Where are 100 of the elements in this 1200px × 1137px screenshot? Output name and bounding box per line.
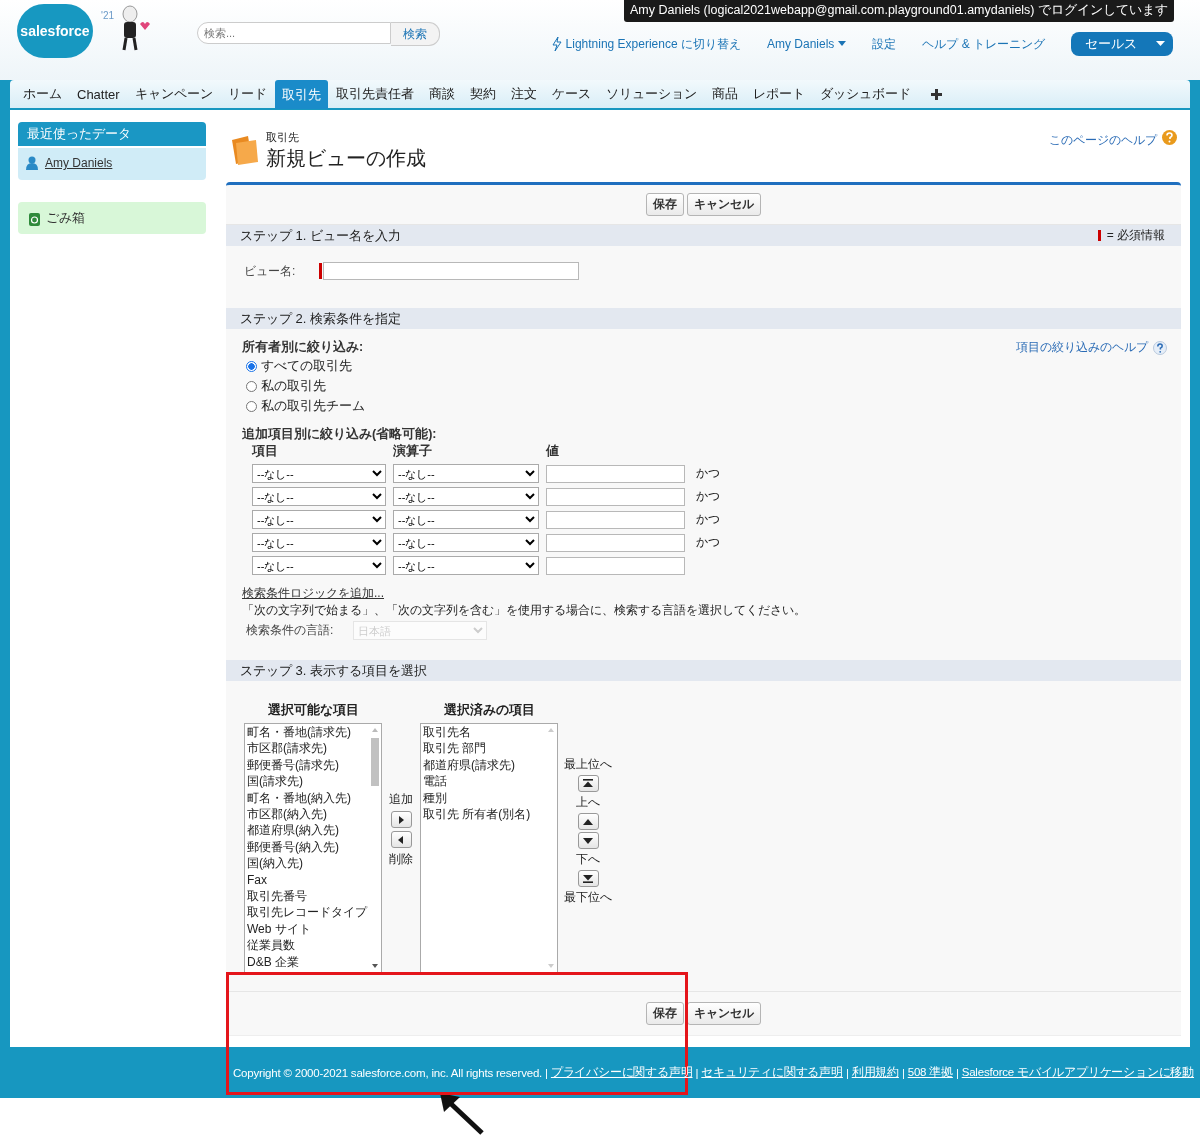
nav-tab[interactable]: ダッシュボード bbox=[812, 80, 918, 108]
section-title: ステップ 2. 検索条件を指定 bbox=[240, 309, 402, 328]
list-option[interactable]: 取引先名 bbox=[421, 724, 544, 741]
list-option[interactable]: 都道府県(納入先) bbox=[245, 822, 368, 839]
left-arrow-icon[interactable] bbox=[398, 835, 404, 844]
order-label: 下へ bbox=[576, 851, 600, 868]
caret-icon[interactable] bbox=[1156, 41, 1165, 47]
value-field[interactable] bbox=[546, 510, 685, 529]
value-field[interactable] bbox=[546, 556, 685, 575]
column-header: 項目 bbox=[252, 443, 279, 460]
nav-tab[interactable]: レポート bbox=[745, 80, 812, 108]
nav-tab[interactable]: 取引先責任者 bbox=[328, 80, 421, 108]
value-field[interactable] bbox=[546, 487, 685, 506]
nav-tab[interactable]: 商品 bbox=[704, 80, 745, 108]
list-option[interactable]: 取引先 部門 bbox=[421, 740, 544, 757]
add-filter-logic-link[interactable]: 検索条件ロジックを追加... bbox=[242, 585, 384, 602]
arrow-to-bottom-icon[interactable] bbox=[583, 874, 593, 883]
scrollbar-thumb[interactable] bbox=[370, 738, 379, 786]
caret-icon[interactable] bbox=[838, 41, 847, 47]
recycle-bin-link[interactable]: ごみ箱 bbox=[18, 202, 206, 234]
list-option[interactable]: 取引先番号 bbox=[245, 888, 368, 905]
operator-select[interactable]: --なし-- bbox=[393, 464, 539, 483]
app-menu-button[interactable]: セールス bbox=[1071, 32, 1173, 56]
user-menu[interactable]: Amy Daniels bbox=[766, 37, 847, 51]
nav-tab[interactable]: ホーム bbox=[16, 80, 69, 108]
list-option[interactable]: 取引先 所有者(別名) bbox=[421, 806, 544, 823]
operator-select[interactable]: --なし-- bbox=[393, 556, 539, 575]
move-down-button[interactable] bbox=[577, 832, 599, 849]
remove-arrow-button[interactable] bbox=[390, 831, 412, 848]
nav-tab[interactable]: ケース bbox=[544, 80, 598, 108]
add-tab-icon[interactable] bbox=[930, 88, 942, 100]
move-up-button[interactable] bbox=[577, 813, 599, 830]
value-field[interactable] bbox=[546, 464, 685, 483]
search-field[interactable]: 検索... bbox=[197, 22, 391, 44]
list-option[interactable]: 国(請求先) bbox=[245, 773, 368, 790]
scroll-down-icon[interactable] bbox=[370, 963, 379, 969]
field-select[interactable]: --なし-- bbox=[252, 556, 386, 575]
nav-tab[interactable]: 注文 bbox=[503, 80, 544, 108]
field-select[interactable]: --なし-- bbox=[252, 464, 386, 483]
owner-radio[interactable]: 私の取引先 bbox=[242, 376, 326, 396]
year-label: '21 bbox=[101, 10, 115, 21]
owner-radio[interactable]: すべての取引先 bbox=[242, 356, 352, 376]
form-button[interactable]: キャンセル bbox=[687, 193, 761, 216]
field-label: ビュー名: bbox=[244, 262, 296, 280]
header-link[interactable]: ヘルプ & トレーニング bbox=[922, 35, 1045, 53]
field-select[interactable]: --なし-- bbox=[252, 533, 386, 552]
move-top-button[interactable] bbox=[577, 775, 599, 792]
language-note: 「次の文字列で始まる」、「次の文字列を含む」を使用する場合に、検索する言語を選択してください。 bbox=[242, 602, 807, 619]
recent-item-link[interactable]: Amy Daniels bbox=[45, 156, 113, 170]
form-button[interactable]: キャンセル bbox=[687, 1002, 761, 1025]
up-arrow-icon[interactable] bbox=[583, 818, 593, 825]
operator-select[interactable]: --なし-- bbox=[393, 510, 539, 529]
right-arrow-icon[interactable] bbox=[398, 815, 404, 824]
list-option[interactable]: D&B 企業 bbox=[245, 953, 368, 971]
list-option[interactable]: Web サイト bbox=[245, 920, 368, 938]
nav-tab[interactable]: キャンペーン bbox=[127, 80, 220, 108]
field-select[interactable]: --なし-- bbox=[252, 487, 386, 506]
scroll-down-icon bbox=[546, 963, 555, 969]
page-help-link[interactable]: このページのヘルプ bbox=[1049, 132, 1157, 149]
field-select[interactable]: --なし-- bbox=[252, 510, 386, 529]
lightning-icon[interactable] bbox=[551, 37, 562, 51]
list-option[interactable]: 都道府県(請求先) bbox=[421, 756, 544, 774]
value-field[interactable] bbox=[546, 533, 685, 552]
list-option[interactable]: 町名・番地(納入先) bbox=[245, 789, 368, 807]
nav-tab[interactable]: 契約 bbox=[462, 80, 503, 108]
switch-lightning-link[interactable]: Lightning Experience に切り替え bbox=[551, 35, 741, 53]
move-bottom-button[interactable] bbox=[577, 870, 599, 887]
list-option[interactable]: 市区郡(請求先) bbox=[245, 740, 368, 757]
list-option[interactable]: 従業員数 bbox=[245, 937, 368, 954]
list-option[interactable]: 取引先レコードタイプ bbox=[245, 904, 368, 921]
filter-help-link[interactable]: 項目の絞り込みのヘルプ bbox=[1016, 339, 1148, 356]
nav-tab[interactable]: 商談 bbox=[421, 80, 462, 108]
list-option[interactable]: 電話 bbox=[421, 773, 544, 790]
help-icon[interactable] bbox=[1153, 340, 1167, 355]
list-option[interactable]: 国(納入先) bbox=[245, 855, 368, 872]
arrow-to-top-icon[interactable] bbox=[583, 779, 593, 788]
selected-fields-list[interactable]: 取引先名 取引先 部門 都道府県(請求先) 電話 種別 取引先 所有者(別名) bbox=[420, 723, 558, 973]
add-arrow-button[interactable] bbox=[390, 811, 412, 828]
down-arrow-icon[interactable] bbox=[583, 837, 593, 844]
nav-tab[interactable]: ソリューション bbox=[598, 80, 704, 108]
form-button[interactable]: 保存 bbox=[646, 1002, 684, 1025]
nav-tab[interactable]: Chatter bbox=[70, 81, 127, 107]
form-button[interactable]: 保存 bbox=[646, 193, 684, 216]
list-option[interactable]: 町名・番地(請求先) bbox=[245, 724, 368, 741]
operator-select[interactable]: --なし-- bbox=[393, 487, 539, 506]
nav-tab[interactable]: リード bbox=[220, 80, 274, 108]
header-link[interactable]: 設定 bbox=[872, 35, 897, 53]
list-option[interactable]: 郵便番号(請求先) bbox=[245, 756, 368, 774]
list-option[interactable]: 種別 bbox=[421, 789, 544, 807]
search-button[interactable]: 検索 bbox=[391, 22, 440, 46]
nav-tab[interactable]: 取引先 bbox=[274, 79, 328, 109]
list-option[interactable]: 市区郡(納入先) bbox=[245, 806, 368, 823]
operator-select[interactable]: --なし-- bbox=[393, 533, 539, 552]
view-name-field[interactable] bbox=[323, 262, 580, 280]
list-option[interactable]: Fax bbox=[245, 871, 368, 889]
list-option[interactable]: 郵便番号(納入先) bbox=[245, 838, 368, 856]
required-legend: = 必須情報 bbox=[1097, 227, 1165, 244]
trash-icon[interactable] bbox=[28, 210, 41, 226]
available-fields-list[interactable]: 町名・番地(請求先) 市区郡(請求先) 郵便番号(請求先) 国(請求先) 町名・番地(納入先) 市区郡(納入先) 都道府県(納入先) 郵便番号(納入先) 国(納入先) Fax 取引先番号 取引先レコードタイプ Web サイト 従業員数 D&B 企業 bbox=[244, 723, 382, 973]
owner-radio[interactable]: 私の取引先チーム bbox=[242, 396, 365, 416]
